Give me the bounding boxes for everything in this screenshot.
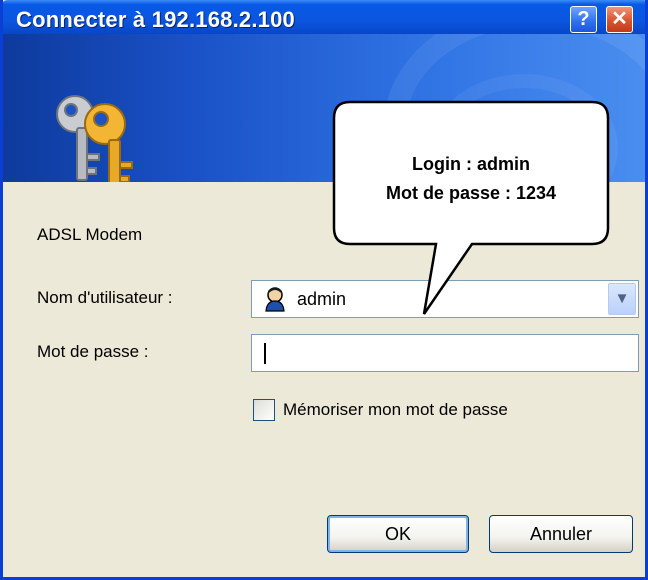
keys-icon	[56, 95, 133, 182]
callout-login-text: Login : admin	[412, 154, 530, 174]
realm-text: ADSL Modem	[37, 225, 143, 244]
password-label: Mot de passe :	[37, 342, 149, 361]
user-icon	[265, 287, 285, 312]
close-button[interactable]: ✕	[606, 6, 633, 33]
window-title: Connecter à 192.168.2.100	[16, 7, 295, 32]
login-dialog: Connecter à 192.168.2.100 ? ✕ ADSL Modem…	[0, 0, 648, 580]
ok-button[interactable]: OK	[327, 515, 469, 553]
password-field[interactable]	[251, 334, 639, 372]
username-label: Nom d'utilisateur :	[37, 288, 173, 307]
remember-password-checkbox[interactable]	[253, 399, 275, 421]
title-bar[interactable]: Connecter à 192.168.2.100 ? ✕	[3, 0, 645, 37]
username-value: admin	[297, 289, 347, 309]
callout-password-text: Mot de passe : 1234	[385, 183, 557, 203]
username-combobox[interactable]: admin ▼	[251, 280, 639, 318]
callout-balloon	[332, 100, 610, 315]
remember-password-label[interactable]: Mémoriser mon mot de passe	[283, 400, 508, 420]
chevron-down-icon[interactable]: ▼	[608, 283, 636, 315]
help-button[interactable]: ?	[570, 6, 597, 33]
cancel-button[interactable]: Annuler	[489, 515, 633, 553]
text-caret	[264, 343, 266, 364]
